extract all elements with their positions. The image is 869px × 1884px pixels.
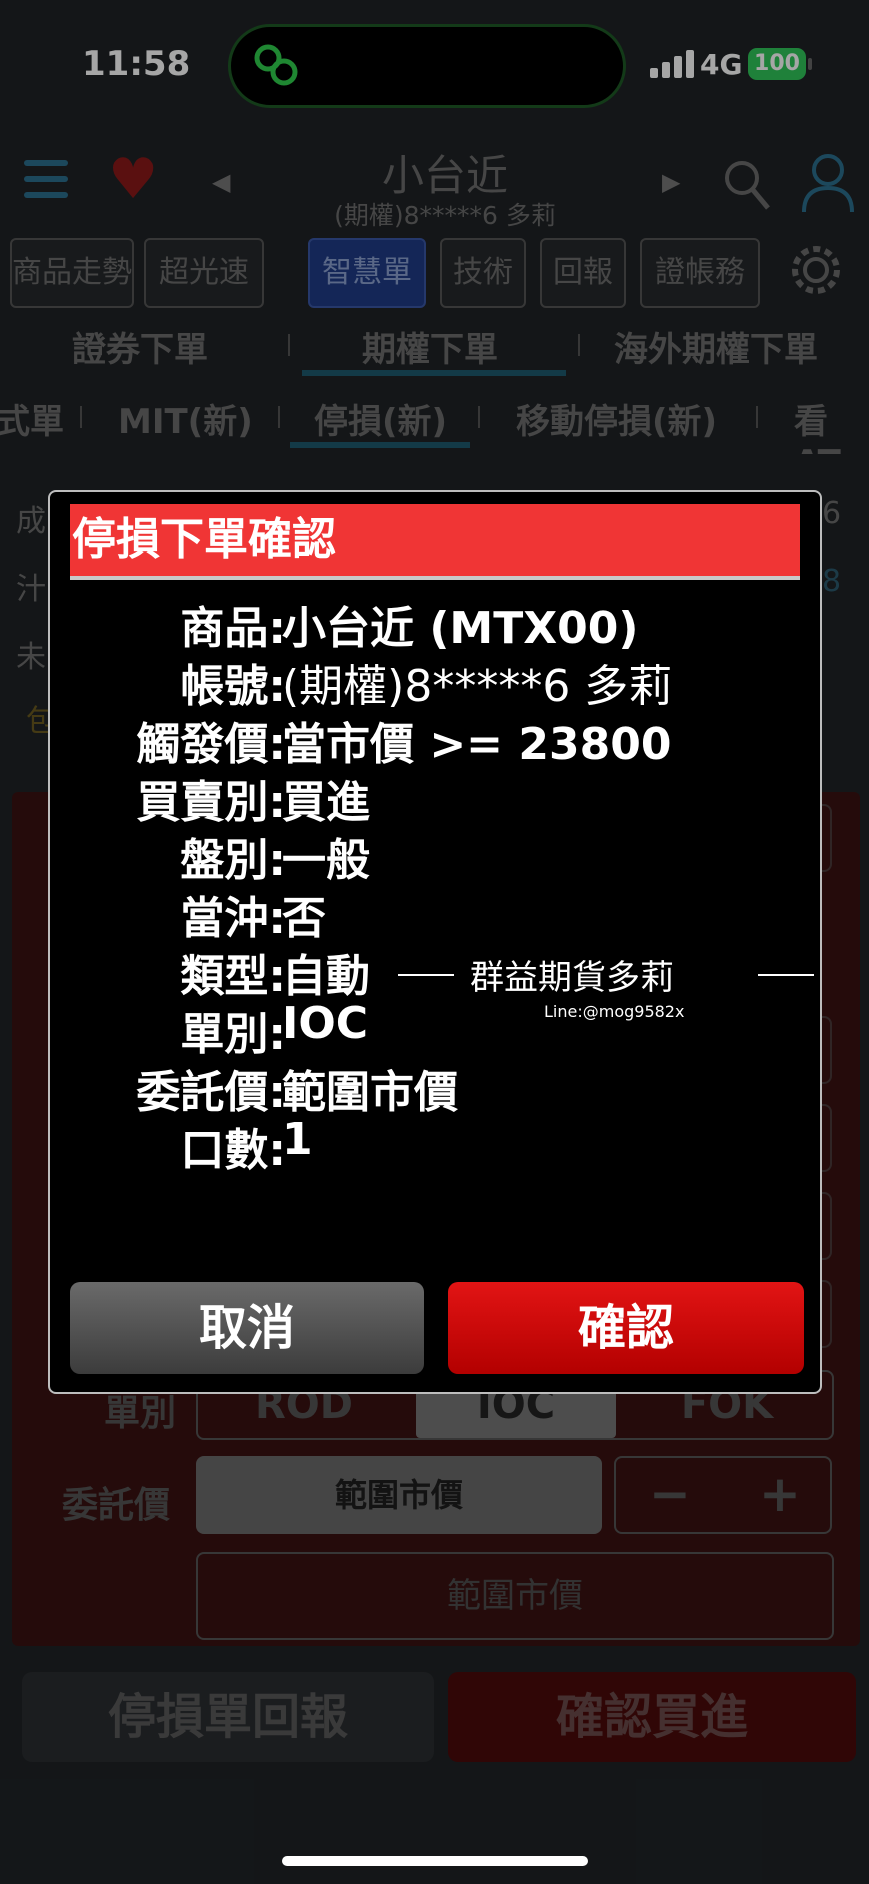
detail-value: 1: [282, 1114, 313, 1165]
detail-value: 買進: [282, 777, 370, 828]
watermark-line: [758, 974, 814, 976]
detail-label: 類型:: [180, 951, 286, 1002]
detail-label: 單別:: [180, 1009, 286, 1060]
detail-value: 當市價 >= 23800: [282, 719, 672, 770]
detail-label: 當沖:: [180, 893, 286, 944]
detail-row-account: 帳號: (期權)8*****6 多莉: [50, 650, 824, 712]
detail-row-product: 商品: 小台近 (MTX00): [50, 592, 824, 654]
detail-value: 否: [282, 893, 326, 944]
detail-label: 觸發價:: [136, 719, 286, 770]
stop-loss-confirm-dialog: 停損下單確認 商品: 小台近 (MTX00) 帳號: (期權)8*****6 多…: [48, 490, 822, 1394]
detail-label: 商品:: [180, 603, 286, 654]
dialog-title: 停損下單確認: [70, 504, 800, 580]
detail-value: 小台近 (MTX00): [282, 603, 639, 654]
detail-row-quantity: 口數: 1: [50, 1114, 824, 1176]
detail-label: 盤別:: [180, 835, 286, 886]
detail-row-order-price: 委託價: 範圍市價: [50, 1056, 824, 1118]
confirm-button[interactable]: 確認: [448, 1282, 804, 1374]
detail-value: 一般: [282, 835, 370, 886]
watermark-subtext: Line:@mog9582x: [544, 1002, 685, 1021]
watermark-line: [398, 974, 454, 976]
detail-value: 自動: [282, 951, 370, 1002]
detail-value: (期權)8*****6 多莉: [282, 661, 673, 712]
detail-row-type: 類型: 自動: [50, 940, 824, 1002]
watermark-text: 群益期貨多莉: [470, 958, 674, 998]
detail-value: 範圍市價: [282, 1067, 458, 1118]
detail-row-side: 買賣別: 買進: [50, 766, 824, 828]
detail-label: 委託價:: [136, 1067, 286, 1118]
detail-value: IOC: [282, 998, 369, 1049]
home-indicator[interactable]: [282, 1856, 588, 1866]
detail-row-session: 盤別: 一般: [50, 824, 824, 886]
cancel-button[interactable]: 取消: [70, 1282, 424, 1374]
detail-label: 口數:: [180, 1125, 286, 1176]
detail-row-order-type: 單別: IOC: [50, 998, 824, 1060]
detail-label: 帳號:: [180, 661, 286, 712]
detail-label: 買賣別:: [136, 777, 286, 828]
detail-row-trigger-price: 觸發價: 當市價 >= 23800: [50, 708, 824, 770]
detail-row-daytrade: 當沖: 否: [50, 882, 824, 944]
